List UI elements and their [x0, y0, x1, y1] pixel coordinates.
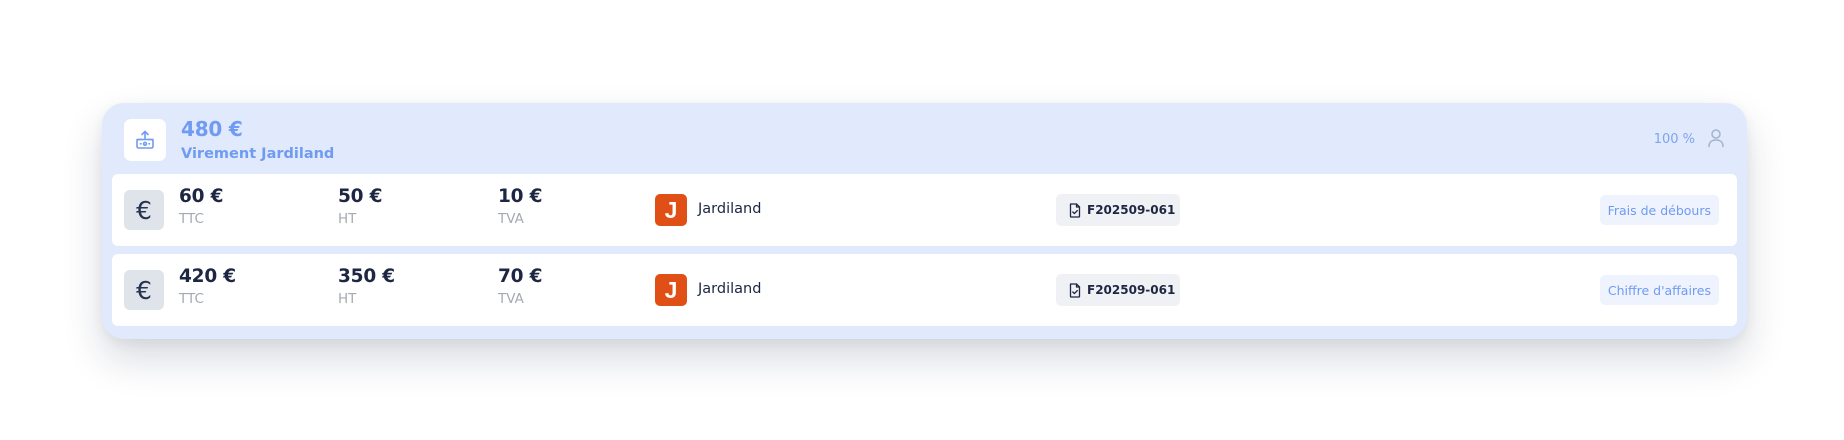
- invoice-button[interactable]: F202509-061: [1056, 274, 1180, 306]
- tva-value: 10 €: [498, 186, 543, 207]
- ht-label: HT: [338, 291, 357, 307]
- user-icon[interactable]: [1707, 128, 1725, 148]
- euro-icon: €: [124, 270, 164, 310]
- euro-icon: €: [124, 190, 164, 230]
- document-check-icon: [1069, 282, 1081, 298]
- tva-value: 70 €: [498, 266, 543, 287]
- invoice-number: F202509-061: [1087, 203, 1176, 217]
- invoice-number: F202509-061: [1087, 283, 1176, 297]
- tva-amount: 10 € TVA: [498, 186, 542, 227]
- tva-amount: 70 € TVA: [498, 266, 542, 307]
- supplier-logo: J: [655, 274, 687, 306]
- tva-label: TVA: [498, 211, 524, 227]
- ttc-value: 60 €: [179, 186, 224, 207]
- transaction-amount: 480 €: [181, 117, 243, 141]
- supplier-logo: J: [655, 194, 687, 226]
- invoice-button[interactable]: F202509-061: [1056, 194, 1180, 226]
- ht-label: HT: [338, 211, 357, 227]
- category-tag[interactable]: Frais de débours: [1599, 195, 1719, 225]
- bank-transfer-icon: [124, 119, 166, 161]
- ht-amount: 50 € HT: [338, 186, 382, 227]
- ttc-amount: 420 € TTC: [179, 266, 236, 307]
- ttc-label: TTC: [179, 291, 204, 307]
- supplier-name[interactable]: Jardiland: [698, 201, 761, 217]
- ttc-value: 420 €: [179, 266, 236, 287]
- allocation-percent: 100 %: [1653, 132, 1695, 147]
- supplier-name[interactable]: Jardiland: [698, 281, 761, 297]
- allocation-row[interactable]: € 60 € TTC 50 € HT 10 € TVA J Jardiland …: [112, 174, 1737, 246]
- ht-value: 50 €: [338, 186, 383, 207]
- ht-value: 350 €: [338, 266, 395, 287]
- transaction-header[interactable]: 480 € Virement Jardiland 100 %: [102, 103, 1747, 173]
- ttc-label: TTC: [179, 211, 204, 227]
- category-tag[interactable]: Chiffre d'affaires: [1599, 275, 1719, 305]
- document-check-icon: [1069, 202, 1081, 218]
- tva-label: TVA: [498, 291, 524, 307]
- transaction-card[interactable]: 480 € Virement Jardiland 100 % € 60 € TT…: [102, 103, 1747, 339]
- transaction-label: Virement Jardiland: [181, 146, 335, 162]
- ttc-amount: 60 € TTC: [179, 186, 223, 227]
- ht-amount: 350 € HT: [338, 266, 395, 307]
- allocation-row[interactable]: € 420 € TTC 350 € HT 70 € TVA J Jardilan…: [112, 254, 1737, 326]
